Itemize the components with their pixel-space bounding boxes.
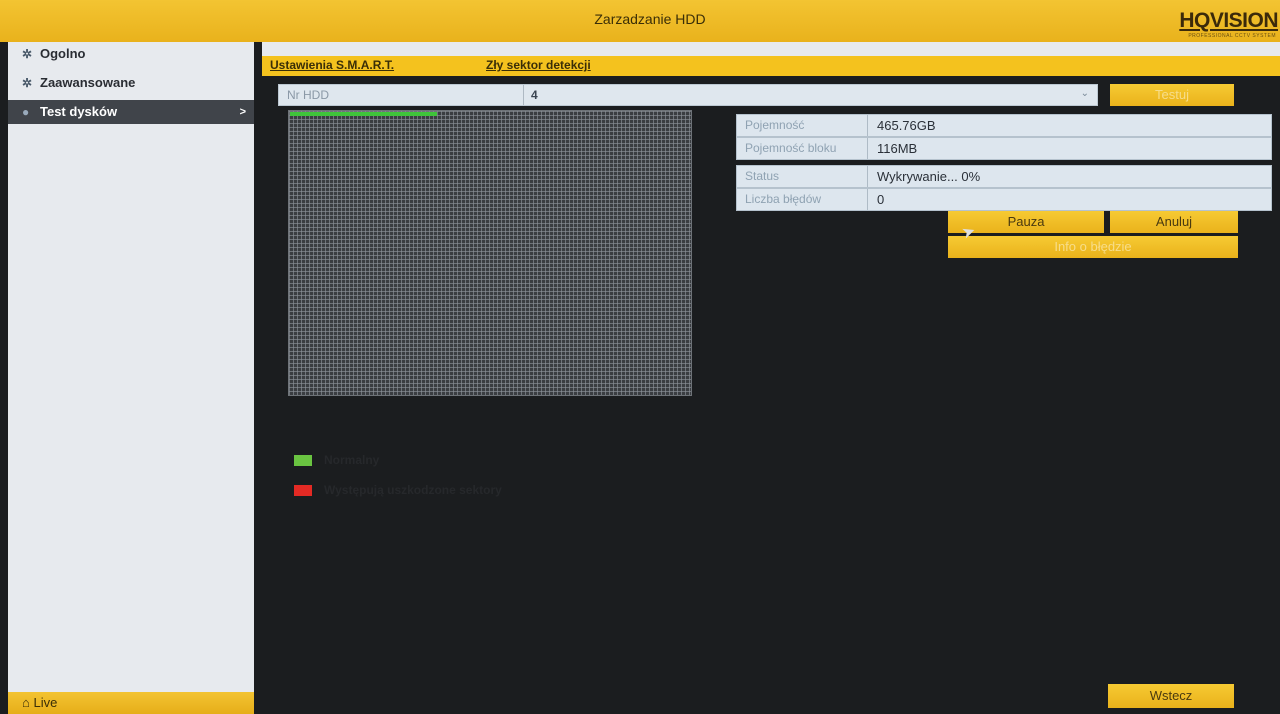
status-label: Status	[745, 169, 780, 183]
cancel-button[interactable]: Anuluj	[1110, 211, 1238, 233]
back-button[interactable]: Wstecz	[1108, 684, 1234, 708]
legend-swatch-normal	[294, 455, 312, 466]
gear-icon: ✲	[22, 76, 33, 90]
status-row: Status Wykrywanie... 0%	[736, 165, 1272, 188]
sidebar-item-label: Test dysków	[40, 104, 118, 119]
legend-swatch-bad-sectors	[294, 485, 312, 496]
live-view-button[interactable]: ⌂ Live	[8, 692, 254, 714]
content-header-strip	[262, 42, 1280, 56]
capacity-row: Pojemność 465.76GB	[736, 114, 1272, 137]
block-size-row: Pojemność bloku 116MB	[736, 137, 1272, 160]
hdd-select-label: Nr HDD	[287, 88, 329, 102]
sidebar-item-general[interactable]: ✲ Ogolno	[8, 42, 254, 66]
sector-map-grid	[288, 110, 692, 396]
chevron-down-icon: ⌄	[1080, 88, 1089, 99]
divider	[867, 115, 868, 136]
chevron-right-icon: >	[239, 106, 246, 118]
brand-logo: HQVISION	[1179, 9, 1278, 32]
block-size-value: 116MB	[877, 141, 918, 156]
error-count-row: Liczba błędów 0	[736, 188, 1272, 211]
divider	[867, 189, 868, 210]
block-size-label: Pojemność bloku	[745, 141, 837, 155]
status-value: Wykrywanie... 0%	[877, 169, 981, 184]
legend-label-bad-sectors: Występują uszkodzone sektory	[324, 483, 502, 497]
sidebar-item-label: Zaawansowane	[40, 75, 136, 90]
error-count-value: 0	[877, 192, 885, 207]
scan-progress-bar	[290, 112, 437, 116]
hdd-select-value: 4	[531, 88, 538, 102]
gear-icon: ✲	[22, 47, 33, 61]
divider	[867, 138, 868, 159]
sidebar-item-disk-test[interactable]: ● Test dysków >	[8, 100, 254, 124]
window-title: Zarzadzanie HDD	[594, 11, 706, 27]
tab-smart-settings[interactable]: Ustawienia S.M.A.R.T.	[270, 58, 394, 72]
brand-logo-subtitle: PROFESSIONAL CCTV SYSTEM	[1188, 33, 1276, 39]
test-button[interactable]: Testuj	[1110, 84, 1234, 106]
home-icon: ⌂	[22, 695, 34, 710]
tab-bar: Ustawienia S.M.A.R.T. Zły sektor detekcj…	[262, 56, 1280, 76]
sidebar: ✲ Ogolno ✲ Zaawansowane ● Test dysków > ⌂ L…	[8, 42, 254, 714]
error-count-label: Liczba błędów	[745, 192, 822, 206]
capacity-value: 465.76GB	[877, 118, 936, 133]
divider	[523, 85, 524, 105]
sidebar-item-label: Ogolno	[40, 46, 86, 61]
hdd-select[interactable]: Nr HDD 4 ⌄	[278, 84, 1098, 106]
capacity-label: Pojemność	[745, 118, 805, 132]
legend-label-normal: Normalny	[324, 453, 380, 467]
divider	[867, 166, 868, 187]
disk-icon: ●	[22, 105, 30, 119]
error-info-button[interactable]: Info o błędzie	[948, 236, 1238, 258]
sidebar-item-advanced[interactable]: ✲ Zaawansowane	[8, 71, 254, 95]
title-bar: Zarzadzanie HDD HQVISION PROFESSIONAL CC…	[0, 0, 1280, 42]
tab-bad-sector-detection[interactable]: Zły sektor detekcji	[486, 58, 591, 72]
live-label: Live	[33, 695, 58, 710]
